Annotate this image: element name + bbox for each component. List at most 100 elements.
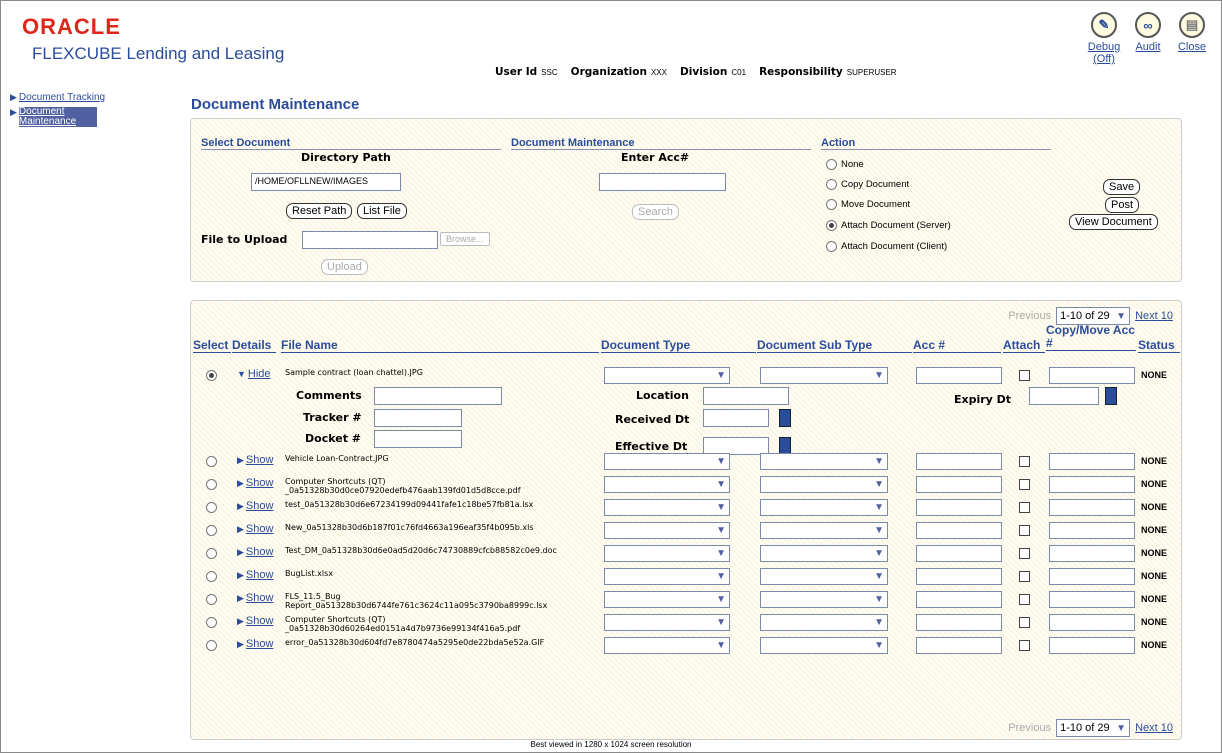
close-label[interactable]: Close xyxy=(1174,41,1210,53)
row-select-radio[interactable] xyxy=(206,571,217,582)
row-select-radio[interactable] xyxy=(206,456,217,467)
document-sub-type-select[interactable]: ▼ xyxy=(760,476,888,493)
acc-input[interactable] xyxy=(916,614,1002,631)
directory-path-input[interactable]: /HOME/OFLLNEW/IMAGES xyxy=(251,173,401,191)
calendar-icon[interactable] xyxy=(1105,387,1117,405)
action-copy-radio[interactable]: Copy Document xyxy=(826,179,909,190)
sidebar-item-label[interactable]: Document Tracking xyxy=(19,92,105,103)
row-toggle-link[interactable]: Show xyxy=(246,454,274,466)
sidebar-item-document-maintenance[interactable]: ▶ Document Maintenance xyxy=(10,107,180,127)
copy-move-acc-input[interactable] xyxy=(1049,568,1135,585)
location-input[interactable] xyxy=(703,387,789,405)
copy-move-acc-input[interactable] xyxy=(1049,591,1135,608)
previous-link[interactable]: Previous xyxy=(1008,722,1051,734)
acc-input[interactable] xyxy=(916,476,1002,493)
docket-input[interactable] xyxy=(374,430,462,448)
close-button[interactable]: ▤ Close xyxy=(1174,12,1210,65)
expiry-dt-input[interactable] xyxy=(1029,387,1099,405)
attach-checkbox[interactable] xyxy=(1019,479,1030,490)
radio-icon[interactable] xyxy=(826,179,837,190)
document-sub-type-select[interactable]: ▼ xyxy=(760,522,888,539)
next-link[interactable]: Next 10 xyxy=(1135,310,1173,322)
document-type-select[interactable]: ▼ xyxy=(604,453,730,470)
attach-checkbox[interactable] xyxy=(1019,456,1030,467)
browse-button[interactable]: Browse... xyxy=(440,232,490,246)
reset-path-button[interactable]: Reset Path xyxy=(286,203,353,219)
attach-checkbox[interactable] xyxy=(1019,502,1030,513)
acc-input[interactable] xyxy=(916,367,1002,384)
document-type-select[interactable]: ▼ xyxy=(604,545,730,562)
document-sub-type-select[interactable]: ▼ xyxy=(760,637,888,654)
next-link[interactable]: Next 10 xyxy=(1135,722,1173,734)
row-select-radio[interactable] xyxy=(206,479,217,490)
row-toggle-link[interactable]: Hide xyxy=(248,368,271,380)
document-type-select[interactable]: ▼ xyxy=(604,522,730,539)
radio-icon[interactable] xyxy=(826,241,837,252)
document-sub-type-select[interactable]: ▼ xyxy=(760,545,888,562)
document-sub-type-select[interactable]: ▼ xyxy=(760,591,888,608)
row-toggle-link[interactable]: Show xyxy=(246,500,274,512)
copy-move-acc-input[interactable] xyxy=(1049,614,1135,631)
copy-move-acc-input[interactable] xyxy=(1049,367,1135,384)
debug-label[interactable]: Debug (Off) xyxy=(1086,41,1122,65)
attach-checkbox[interactable] xyxy=(1019,370,1030,381)
document-sub-type-select[interactable]: ▼ xyxy=(760,499,888,516)
document-type-select[interactable]: ▼ xyxy=(604,568,730,585)
attach-checkbox[interactable] xyxy=(1019,525,1030,536)
radio-icon-selected[interactable] xyxy=(826,220,837,231)
row-select-radio[interactable] xyxy=(206,548,217,559)
row-toggle-link[interactable]: Show xyxy=(246,546,274,558)
row-toggle-link[interactable]: Show xyxy=(246,477,274,489)
acc-input[interactable] xyxy=(916,453,1002,470)
action-none-radio[interactable]: None xyxy=(826,159,864,170)
action-attach-client-radio[interactable]: Attach Document (Client) xyxy=(826,241,947,252)
copy-move-acc-input[interactable] xyxy=(1049,637,1135,654)
attach-checkbox[interactable] xyxy=(1019,617,1030,628)
calendar-icon[interactable] xyxy=(779,409,791,427)
acc-input[interactable] xyxy=(916,499,1002,516)
row-toggle-link[interactable]: Show xyxy=(246,523,274,535)
radio-icon[interactable] xyxy=(826,199,837,210)
document-sub-type-select[interactable]: ▼ xyxy=(760,614,888,631)
acc-input[interactable] xyxy=(916,568,1002,585)
attach-checkbox[interactable] xyxy=(1019,640,1030,651)
attach-checkbox[interactable] xyxy=(1019,548,1030,559)
action-attach-server-radio[interactable]: Attach Document (Server) xyxy=(826,220,951,231)
previous-link[interactable]: Previous xyxy=(1008,310,1051,322)
row-select-radio[interactable] xyxy=(206,370,217,381)
sidebar-item-label[interactable]: Document Maintenance xyxy=(18,107,97,127)
copy-move-acc-input[interactable] xyxy=(1049,499,1135,516)
audit-label[interactable]: Audit xyxy=(1130,41,1166,53)
acc-input[interactable] xyxy=(916,637,1002,654)
save-button[interactable]: Save xyxy=(1103,179,1141,195)
page-range-select[interactable]: 1-10 of 29 ▼ xyxy=(1056,719,1131,737)
radio-icon[interactable] xyxy=(826,159,837,170)
document-type-select[interactable]: ▼ xyxy=(604,476,730,493)
document-sub-type-select[interactable]: ▼ xyxy=(760,568,888,585)
received-dt-input[interactable] xyxy=(703,409,769,427)
document-type-select[interactable]: ▼ xyxy=(604,499,730,516)
row-toggle-link[interactable]: Show xyxy=(246,638,274,650)
search-button[interactable]: Search xyxy=(632,204,679,220)
row-select-radio[interactable] xyxy=(206,640,217,651)
acc-input[interactable] xyxy=(916,545,1002,562)
acc-input[interactable] xyxy=(916,522,1002,539)
sidebar-item-document-tracking[interactable]: ▶ Document Tracking xyxy=(10,92,180,103)
copy-move-acc-input[interactable] xyxy=(1049,545,1135,562)
document-sub-type-select[interactable]: ▼ xyxy=(760,453,888,470)
row-toggle-link[interactable]: Show xyxy=(246,592,274,604)
row-toggle-link[interactable]: Show xyxy=(246,615,274,627)
enter-acc-input[interactable] xyxy=(599,173,726,191)
action-move-radio[interactable]: Move Document xyxy=(826,199,910,210)
row-select-radio[interactable] xyxy=(206,525,217,536)
row-select-radio[interactable] xyxy=(206,502,217,513)
copy-move-acc-input[interactable] xyxy=(1049,453,1135,470)
copy-move-acc-input[interactable] xyxy=(1049,522,1135,539)
audit-button[interactable]: ∞ Audit xyxy=(1130,12,1166,65)
row-select-radio[interactable] xyxy=(206,594,217,605)
debug-button[interactable]: ✎ Debug (Off) xyxy=(1086,12,1122,65)
acc-input[interactable] xyxy=(916,591,1002,608)
tracker-input[interactable] xyxy=(374,409,462,427)
view-document-button[interactable]: View Document xyxy=(1069,214,1158,230)
document-type-select[interactable]: ▼ xyxy=(604,614,730,631)
